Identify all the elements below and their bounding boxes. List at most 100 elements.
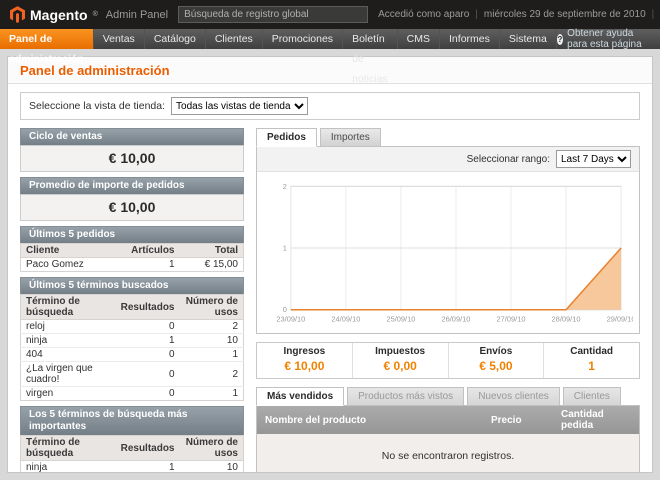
last-search-table: Término de búsquedaResultadosNúmero de u…	[20, 294, 244, 401]
tab-productos-m-s-vistos[interactable]: Productos más vistos	[347, 387, 464, 406]
total-value: € 5,00	[451, 359, 542, 373]
help-label: Obtener ayuda para esta página	[567, 28, 650, 50]
total-ingresos: Ingresos€ 10,00	[257, 343, 352, 378]
nav-items: Panel de administraciónVentasCatálogoCli…	[0, 29, 557, 49]
column-header: Nombre del producto	[257, 406, 483, 434]
table-cell: ninja	[21, 334, 116, 348]
average-orders-box: Promedio de importe de pedidos € 10,00	[20, 177, 244, 221]
nav-item-cms[interactable]: CMS	[398, 29, 440, 49]
tab-nuevos-clientes[interactable]: Nuevos clientes	[467, 387, 560, 406]
right-column: PedidosImportes Seleccionar rango: Last …	[256, 128, 640, 473]
tab-pedidos[interactable]: Pedidos	[256, 128, 317, 147]
content-area: Panel de administración Seleccione la vi…	[7, 56, 653, 473]
nav-item-promociones[interactable]: Promociones	[263, 29, 343, 49]
top-search-table: Término de búsquedaResultadosNúmero de u…	[20, 435, 244, 473]
column-header: Resultados	[116, 295, 180, 320]
table-row: reloj02	[21, 320, 244, 334]
nav-item-clientes[interactable]: Clientes	[206, 29, 263, 49]
column-header: Número de usos	[180, 295, 244, 320]
table-cell: ¿La virgen que cuadro!	[21, 362, 116, 387]
bestsellers-panel: Nombre del producto Precio Cantidad pedi…	[256, 405, 640, 473]
orders-panel: Seleccionar rango: Last 7 Days 23/09/10 2…	[256, 146, 640, 334]
tab-importes[interactable]: Importes	[320, 128, 381, 147]
brand-registered-mark: ®	[93, 11, 98, 18]
table-cell: € 15,00	[180, 258, 244, 272]
box-title: Promedio de importe de pedidos	[20, 177, 244, 194]
table-row: Paco Gomez1€ 15,00	[21, 258, 244, 272]
nav-item-panel-de-administraci-n[interactable]: Panel de administración	[0, 29, 94, 49]
totals-row: Ingresos€ 10,00Impuestos € 0,00Envíos€ 5,…	[256, 342, 640, 379]
lifetime-sales-box: Ciclo de ventas € 10,00	[20, 128, 244, 172]
table-row: 40401	[21, 348, 244, 362]
main-nav: Panel de administraciónVentasCatálogoCli…	[0, 29, 660, 49]
global-search	[178, 6, 368, 23]
table-cell: 1	[126, 258, 179, 272]
global-search-input[interactable]	[178, 6, 368, 23]
diagram-tabs: PedidosImportes	[256, 128, 640, 147]
table-cell: 1	[180, 387, 244, 401]
svg-text:25/09/10: 25/09/10	[386, 315, 415, 324]
store-view-select[interactable]: Todas las vistas de tienda	[171, 97, 308, 115]
table-cell: 1	[116, 461, 180, 474]
table-cell: 1	[180, 348, 244, 362]
total-value: € 0,00	[355, 359, 446, 373]
help-link[interactable]: ? Obtener ayuda para esta página	[557, 29, 660, 49]
svg-text:26/09/10: 26/09/10	[441, 315, 470, 324]
table-cell: virgen	[21, 387, 116, 401]
column-header: Término de búsqueda	[21, 436, 116, 461]
total-env-os: Envíos€ 5,00	[448, 343, 544, 378]
svg-text:1: 1	[283, 244, 287, 253]
table-row: ¿La virgen que cuadro!02	[21, 362, 244, 387]
range-select[interactable]: Last 7 Days	[556, 150, 631, 168]
top-search-terms-box: Los 5 términos de búsqueda más important…	[20, 406, 244, 473]
separator: |	[475, 9, 478, 20]
svg-text:2: 2	[283, 182, 287, 191]
table-cell: 0	[116, 320, 180, 334]
box-title: Últimos 5 pedidos	[20, 226, 244, 243]
tab-clientes[interactable]: Clientes	[563, 387, 621, 406]
nav-item-cat-logo[interactable]: Catálogo	[145, 29, 206, 49]
nav-item-informes[interactable]: Informes	[440, 29, 500, 49]
table-row: virgen01	[21, 387, 244, 401]
box-title: Ciclo de ventas	[20, 128, 244, 145]
column-header: Número de usos	[180, 436, 244, 461]
table-cell: 1	[116, 334, 180, 348]
tab-m-s-vendidos[interactable]: Más vendidos	[256, 387, 344, 406]
brand-suffix: Admin Panel	[106, 9, 168, 21]
empty-message: No se encontraron registros.	[257, 434, 639, 473]
table-cell: 2	[180, 320, 244, 334]
dashboard-body: Seleccione la vista de tienda: Todas las…	[8, 84, 652, 473]
box-title: Los 5 términos de búsqueda más important…	[20, 406, 244, 435]
orders-chart: 23/09/1024/09/1025/09/1026/09/1027/09/10…	[257, 172, 639, 333]
svg-text:23/09/10: 23/09/10	[276, 315, 305, 324]
column-header: Término de búsqueda	[21, 295, 116, 320]
total-value: 1	[546, 359, 637, 373]
total-label: Impuestos	[355, 346, 446, 357]
separator: |	[652, 9, 655, 20]
table-cell: 404	[21, 348, 116, 362]
svg-text:24/09/10: 24/09/10	[331, 315, 360, 324]
column-header: Resultados	[116, 436, 180, 461]
table-cell: 0	[116, 348, 180, 362]
total-cantidad: Cantidad 1	[543, 343, 639, 378]
nav-item-sistema[interactable]: Sistema	[500, 29, 557, 49]
column-header: Cliente	[21, 244, 127, 258]
svg-text:29/09/10: 29/09/10	[607, 315, 633, 324]
nav-item-ventas[interactable]: Ventas	[94, 29, 145, 49]
svg-text:28/09/10: 28/09/10	[552, 315, 581, 324]
range-label: Seleccionar rango:	[467, 154, 550, 165]
magento-admin-panel: Magento® Admin Panel Accedió como aparo …	[0, 0, 660, 473]
nav-item-bolet-n-de-noticias[interactable]: Boletín de noticias	[343, 29, 398, 49]
total-label: Cantidad	[546, 346, 637, 357]
last-orders-table: ClienteArtículosTotalPaco Gomez1€ 15,00	[20, 243, 244, 272]
current-date: miércoles 29 de septiembre de 2010	[484, 9, 646, 20]
column-header: Precio	[483, 406, 553, 434]
left-column: Ciclo de ventas € 10,00 Promedio de impo…	[20, 128, 244, 473]
magento-logo-icon	[10, 6, 25, 23]
table-cell: ninja	[21, 461, 116, 474]
products-table: Nombre del producto Precio Cantidad pedi…	[257, 406, 639, 473]
table-cell: 0	[116, 387, 180, 401]
page-title: Panel de administración	[20, 63, 640, 78]
store-switcher-label: Seleccione la vista de tienda:	[29, 100, 165, 112]
brand-name: Magento	[30, 7, 88, 23]
